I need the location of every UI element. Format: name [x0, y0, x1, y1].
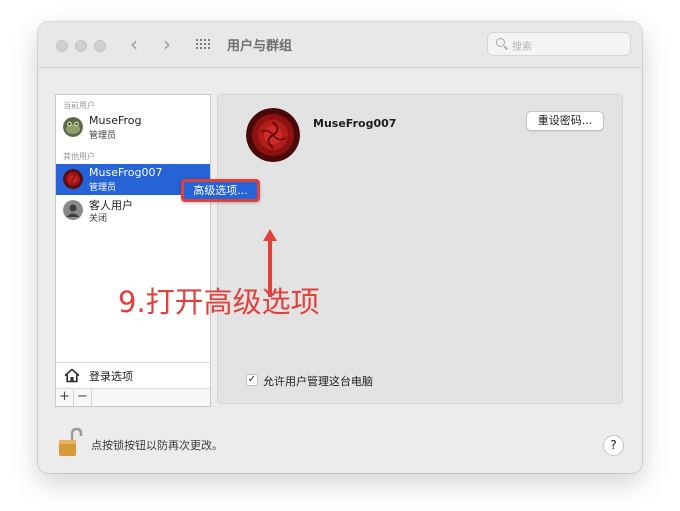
login-options-label: 登录选项 — [89, 370, 133, 383]
user-role: 管理员 — [89, 183, 117, 193]
other-users-label: 其他用户 — [63, 152, 95, 161]
minimize-window-button[interactable] — [75, 40, 87, 52]
user-role: 关闭 — [89, 214, 108, 224]
user-row-musefrog[interactable]: MuseFrog 管理员 — [56, 112, 210, 143]
preferences-window: ‹ › 用户与群组 搜索 当前用户 MuseFrog 管理员 其他用户 Muse… — [38, 22, 642, 473]
forward-chevron-icon[interactable]: › — [163, 34, 171, 54]
user-name: MuseFrog — [89, 114, 142, 127]
search-icon — [496, 38, 505, 47]
frog-avatar-icon — [63, 117, 83, 137]
home-icon — [64, 368, 80, 383]
add-user-button[interactable]: + — [56, 389, 74, 406]
lock-icon[interactable] — [57, 426, 83, 458]
zoom-window-button[interactable] — [94, 40, 106, 52]
login-options-item[interactable]: 登录选项 — [56, 362, 210, 388]
advanced-options-menu-item[interactable]: 高级选项... — [184, 182, 257, 199]
user-role: 管理员 — [89, 131, 117, 141]
selected-user-name: MuseFrog007 — [313, 117, 397, 130]
guest-avatar-icon — [63, 200, 83, 220]
allow-admin-checkbox[interactable]: ✓ — [246, 374, 258, 386]
reset-password-button[interactable]: 重设密码... — [526, 111, 604, 131]
annotation-text: 9.打开高级选项 — [118, 285, 320, 319]
lock-status-text: 点按锁按钮以防再次更改。 — [91, 439, 223, 452]
allow-admin-label: 允许用户管理这台电脑 — [263, 375, 373, 388]
rose-avatar-icon — [63, 169, 83, 189]
user-name: MuseFrog007 — [89, 166, 163, 179]
add-remove-bar: + − — [56, 388, 210, 406]
title-bar: ‹ › 用户与群组 搜索 — [38, 22, 642, 68]
selected-user-avatar[interactable] — [246, 108, 300, 162]
search-placeholder: 搜索 — [512, 42, 532, 53]
close-window-button[interactable] — [56, 40, 68, 52]
search-field[interactable]: 搜索 — [487, 32, 631, 56]
show-all-grid-icon[interactable] — [196, 39, 212, 51]
advanced-options-highlight: 高级选项... — [181, 179, 260, 202]
current-users-label: 当前用户 — [63, 101, 95, 110]
back-chevron-icon[interactable]: ‹ — [130, 34, 138, 54]
user-list: 当前用户 MuseFrog 管理员 其他用户 MuseFrog007 管理员 客… — [55, 94, 211, 407]
window-title: 用户与群组 — [227, 39, 293, 54]
help-button[interactable]: ? — [603, 435, 624, 456]
remove-user-button[interactable]: − — [74, 389, 92, 406]
